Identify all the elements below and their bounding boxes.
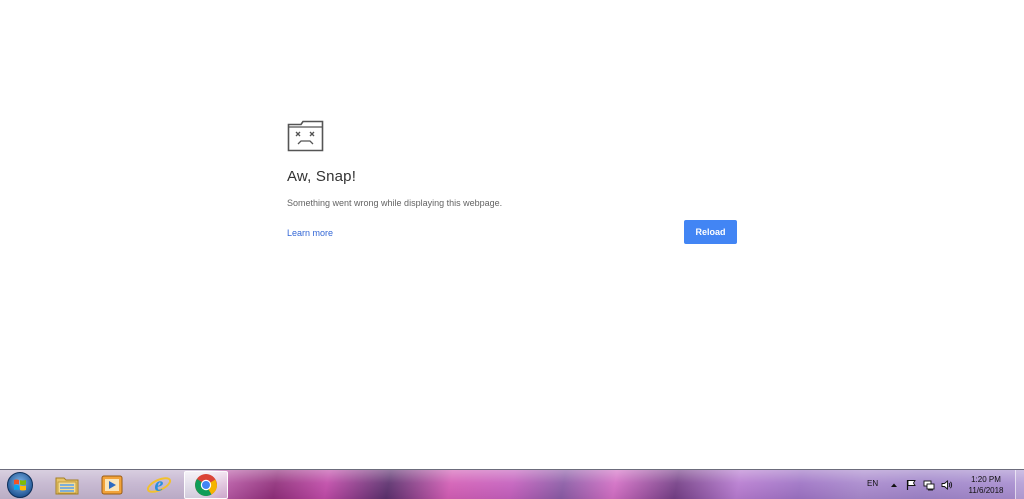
start-button[interactable] (3, 471, 37, 499)
media-player-icon (101, 475, 123, 495)
clock-date: 11/6/2018 (968, 486, 1004, 495)
sad-tab-icon (287, 120, 324, 152)
file-explorer-icon (55, 477, 79, 495)
system-clock[interactable]: 1:20 PM 11/6/2018 (962, 474, 1010, 496)
error-title: Aw, Snap! (287, 168, 357, 185)
taskbar-file-explorer[interactable] (50, 471, 84, 499)
taskbar-internet-explorer[interactable]: e (142, 471, 176, 499)
volume-icon[interactable] (941, 479, 953, 491)
action-center-flag-icon[interactable] (905, 479, 917, 491)
reload-button[interactable]: Reload (684, 220, 737, 244)
taskbar: e EN 1:20 PM 11/6/2018 (0, 469, 1024, 499)
svg-text:e: e (155, 474, 164, 496)
network-icon[interactable] (923, 479, 935, 491)
internet-explorer-icon: e (146, 474, 172, 496)
windows-start-icon (7, 472, 33, 498)
chrome-icon (195, 474, 217, 496)
browser-viewport: Aw, Snap! Something went wrong while dis… (0, 0, 1024, 469)
show-desktop-button[interactable] (1015, 470, 1024, 499)
learn-more-link[interactable]: Learn more (287, 228, 333, 238)
show-hidden-icons-chevron[interactable] (888, 479, 900, 491)
taskbar-media-player[interactable] (95, 471, 129, 499)
clock-time: 1:20 PM (971, 475, 1001, 484)
taskbar-chrome[interactable] (184, 471, 228, 499)
error-message: Something went wrong while displaying th… (287, 198, 503, 208)
language-indicator[interactable]: EN (867, 479, 878, 488)
